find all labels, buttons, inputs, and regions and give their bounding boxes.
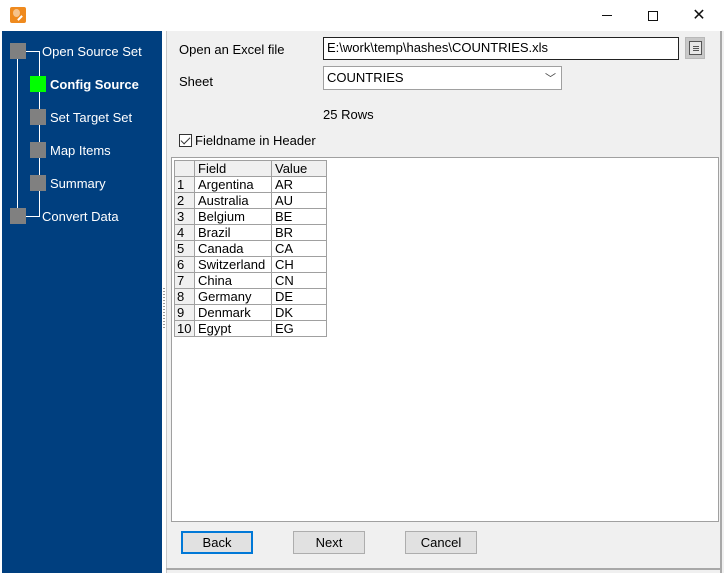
fieldname-in-header-option[interactable]: Fieldname in Header bbox=[179, 133, 316, 148]
outer-connector-line bbox=[17, 59, 18, 217]
step-set-target-set: Set Target Set bbox=[50, 110, 133, 125]
maximize-icon bbox=[648, 10, 658, 21]
step-open-source-set: Open Source Set bbox=[42, 44, 142, 59]
fieldname-in-header-checkbox[interactable] bbox=[179, 134, 192, 147]
maximize-button[interactable] bbox=[630, 0, 676, 31]
field-cell[interactable]: Egypt bbox=[194, 320, 272, 337]
excel-file-path-input[interactable]: E:\work\temp\hashes\COUNTRIES.xls bbox=[323, 37, 679, 60]
step-marker-convert-data bbox=[10, 208, 26, 224]
row-number[interactable]: 4 bbox=[174, 224, 195, 241]
document-icon bbox=[688, 41, 702, 55]
table-row[interactable]: 7 China CN bbox=[174, 272, 327, 289]
value-cell[interactable]: AR bbox=[271, 176, 327, 193]
app-icon bbox=[10, 7, 26, 23]
minimize-button[interactable] bbox=[584, 0, 630, 31]
row-number[interactable]: 10 bbox=[174, 320, 195, 337]
column-header-value[interactable]: Value bbox=[271, 160, 327, 177]
field-cell[interactable]: Belgium bbox=[194, 208, 272, 225]
step-convert-data: Convert Data bbox=[42, 209, 119, 224]
close-button[interactable]: ✕ bbox=[676, 0, 722, 31]
field-cell[interactable]: Brazil bbox=[194, 224, 272, 241]
value-cell[interactable]: EG bbox=[271, 320, 327, 337]
table-row[interactable]: 4 Brazil BR bbox=[174, 224, 327, 241]
table-row[interactable]: 10 Egypt EG bbox=[174, 320, 327, 337]
chevron-down-icon: ﹀ bbox=[545, 73, 556, 85]
value-cell[interactable]: CH bbox=[271, 256, 327, 273]
browse-file-button[interactable] bbox=[685, 37, 705, 59]
value-cell[interactable]: BE bbox=[271, 208, 327, 225]
next-button[interactable]: Next bbox=[293, 531, 365, 554]
table-row[interactable]: 8 Germany DE bbox=[174, 288, 327, 305]
row-number[interactable]: 1 bbox=[174, 176, 195, 193]
table-row[interactable]: 6 Switzerland CH bbox=[174, 256, 327, 273]
table-row[interactable]: 1 Argentina AR bbox=[174, 176, 327, 193]
fieldname-in-header-label: Fieldname in Header bbox=[195, 133, 316, 148]
cancel-button[interactable]: Cancel bbox=[405, 531, 477, 554]
splitter-handle[interactable] bbox=[163, 288, 165, 328]
minimize-icon bbox=[602, 15, 612, 16]
wizard-steps-sidebar: Open Source Set Config Source Set Target… bbox=[2, 31, 162, 573]
file-label: Open an Excel file bbox=[179, 42, 285, 57]
row-number[interactable]: 8 bbox=[174, 288, 195, 305]
config-source-panel: Open an Excel file E:\work\temp\hashes\C… bbox=[166, 31, 724, 573]
close-icon: ✕ bbox=[692, 6, 706, 24]
grid-corner bbox=[174, 160, 195, 177]
preview-grid-panel: Field Value 1 Argentina AR 2 Australia AU 3 Bel… bbox=[171, 157, 719, 522]
sheet-dropdown[interactable]: COUNTRIES ﹀ bbox=[323, 66, 562, 90]
title-bar: ✕ bbox=[0, 0, 724, 31]
preview-grid: Field Value 1 Argentina AR 2 Australia AU 3 Bel… bbox=[174, 160, 327, 337]
row-number[interactable]: 5 bbox=[174, 240, 195, 257]
field-cell[interactable]: Denmark bbox=[194, 304, 272, 321]
value-cell[interactable]: DE bbox=[271, 288, 327, 305]
row-number[interactable]: 3 bbox=[174, 208, 195, 225]
field-cell[interactable]: Switzerland bbox=[194, 256, 272, 273]
connector-line bbox=[26, 216, 40, 217]
row-number[interactable]: 2 bbox=[174, 192, 195, 209]
rows-count: 25 Rows bbox=[323, 107, 374, 122]
field-cell[interactable]: China bbox=[194, 272, 272, 289]
back-button[interactable]: Back bbox=[181, 531, 253, 554]
row-number[interactable]: 7 bbox=[174, 272, 195, 289]
step-config-source: Config Source bbox=[50, 77, 139, 92]
row-number[interactable]: 6 bbox=[174, 256, 195, 273]
table-row[interactable]: 3 Belgium BE bbox=[174, 208, 327, 225]
column-header-field[interactable]: Field bbox=[194, 160, 272, 177]
field-cell[interactable]: Germany bbox=[194, 288, 272, 305]
step-marker-set-target-set bbox=[30, 109, 46, 125]
row-number[interactable]: 9 bbox=[174, 304, 195, 321]
window-border bbox=[166, 568, 722, 570]
step-marker-summary bbox=[30, 175, 46, 191]
table-row[interactable]: 2 Australia AU bbox=[174, 192, 327, 209]
field-cell[interactable]: Argentina bbox=[194, 176, 272, 193]
sheet-label: Sheet bbox=[179, 74, 213, 89]
value-cell[interactable]: CN bbox=[271, 272, 327, 289]
connector-line bbox=[26, 51, 40, 52]
table-row[interactable]: 5 Canada CA bbox=[174, 240, 327, 257]
grid-header-row: Field Value bbox=[174, 160, 327, 177]
step-map-items: Map Items bbox=[50, 143, 111, 158]
field-cell[interactable]: Canada bbox=[194, 240, 272, 257]
table-row[interactable]: 9 Denmark DK bbox=[174, 304, 327, 321]
value-cell[interactable]: AU bbox=[271, 192, 327, 209]
step-summary: Summary bbox=[50, 176, 106, 191]
window-border bbox=[720, 31, 722, 573]
field-cell[interactable]: Australia bbox=[194, 192, 272, 209]
step-marker-open-source-set bbox=[10, 43, 26, 59]
sheet-selected-value: COUNTRIES bbox=[327, 70, 404, 85]
step-marker-map-items bbox=[30, 142, 46, 158]
value-cell[interactable]: BR bbox=[271, 224, 327, 241]
step-marker-config-source bbox=[30, 76, 46, 92]
value-cell[interactable]: DK bbox=[271, 304, 327, 321]
value-cell[interactable]: CA bbox=[271, 240, 327, 257]
